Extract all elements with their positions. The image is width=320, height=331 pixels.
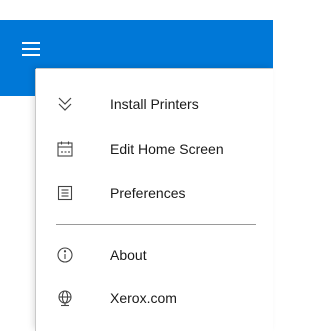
hamburger-line [22, 48, 40, 50]
info-icon [56, 246, 74, 264]
app-window: Install Printers Edit Home Screen Prefer… [0, 0, 273, 331]
list-document-icon [56, 184, 74, 202]
hamburger-menu-button[interactable] [22, 42, 40, 56]
menu-item-label: Xerox.com [110, 290, 177, 306]
dropdown-menu: Install Printers Edit Home Screen Prefer… [36, 69, 273, 331]
chevron-double-down-icon [56, 95, 74, 113]
menu-divider [56, 224, 256, 225]
hamburger-line [22, 42, 40, 44]
menu-item-preferences[interactable]: Preferences [36, 174, 273, 214]
calendar-icon [56, 140, 74, 158]
menu-item-label: Install Printers [110, 96, 199, 112]
menu-item-label: Edit Home Screen [110, 141, 224, 157]
globe-icon [56, 289, 74, 307]
menu-item-label: Preferences [110, 185, 186, 201]
menu-item-install-printers[interactable]: Install Printers [36, 85, 273, 125]
hamburger-line [22, 54, 40, 56]
menu-item-xerox-com[interactable]: Xerox.com [36, 279, 273, 319]
menu-item-about[interactable]: About [36, 236, 273, 276]
menu-item-label: About [110, 247, 147, 263]
menu-item-edit-home-screen[interactable]: Edit Home Screen [36, 130, 273, 170]
